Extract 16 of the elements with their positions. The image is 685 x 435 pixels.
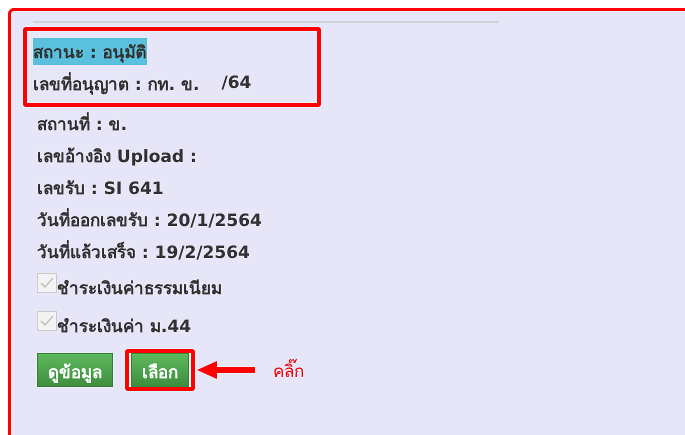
detail-text: เลขอ้างอิง Upload : <box>37 146 197 168</box>
detail-text: สถานที่ : ข. <box>37 110 128 136</box>
checkmark-icon <box>39 313 55 329</box>
arrow-icon <box>197 360 257 380</box>
detail-text: /64 <box>221 73 252 93</box>
checkmark-icon <box>39 275 55 291</box>
callout-text: คลิ๊ก <box>273 356 304 384</box>
detail-text: วันที่แล้วเสร็จ : 19/2/2564 <box>37 238 250 264</box>
detail-text: วันที่ออกเลขรับ : 20/1/2564 <box>37 206 262 232</box>
action-button[interactable]: ดูข้อมูล <box>37 353 113 387</box>
detail-text: สถานะ : อนุมัติ <box>33 38 147 64</box>
checkbox-label: ชำระเงินค่าธรรมเนียม <box>57 278 222 301</box>
detail-text: เลขที่อนุญาต : กท. ข. <box>33 70 200 96</box>
detail-text: เลขรับ : SI 641 <box>37 178 164 200</box>
checkbox-label: ชำระเงินค่า ม.44 <box>57 316 192 339</box>
action-button[interactable]: เลือก <box>131 353 189 387</box>
